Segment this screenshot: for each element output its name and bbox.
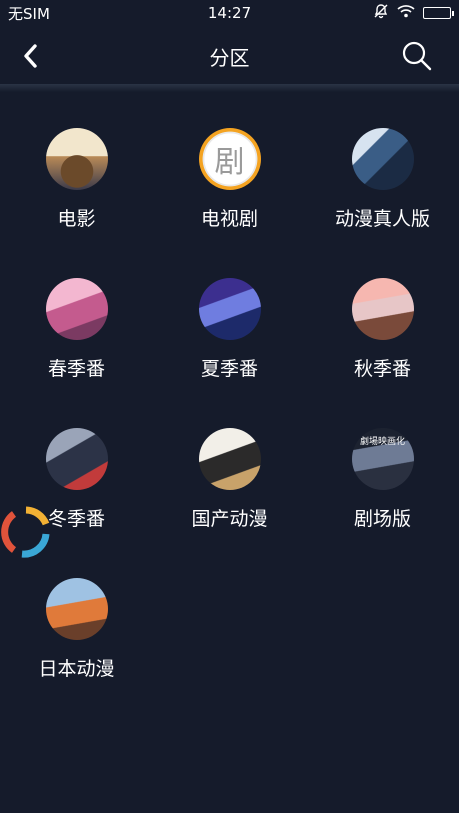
nav-divider	[0, 84, 459, 92]
category-thumbnail	[198, 428, 261, 490]
loading-spinner-icon	[0, 504, 52, 560]
category-thumbnail	[351, 128, 414, 190]
battery-icon	[423, 7, 454, 19]
status-bar: 无SIM 14:27	[0, 0, 459, 26]
category-item-autumn[interactable]: 秋季番	[306, 278, 459, 428]
carrier-text: 无SIM	[8, 4, 50, 23]
category-item-spring[interactable]: 春季番	[0, 278, 153, 428]
category-thumbnail	[45, 578, 108, 640]
category-item-movie[interactable]: 电影	[0, 128, 153, 278]
category-item-chinese-anime[interactable]: 国产动漫	[153, 428, 306, 578]
search-button[interactable]	[397, 36, 437, 76]
category-thumbnail	[45, 128, 108, 190]
category-thumbnail	[351, 278, 414, 340]
category-thumbnail	[45, 278, 108, 340]
chevron-left-icon	[24, 44, 37, 68]
category-label: 夏季番	[200, 358, 258, 380]
category-item-tv-series[interactable]: 剧 电视剧	[153, 128, 306, 278]
thumbnail-caption: 劇場映画化	[359, 437, 405, 447]
category-label: 电视剧	[200, 208, 258, 230]
category-label: 冬季番	[47, 508, 105, 530]
category-item-theatrical[interactable]: 劇場映画化 剧场版	[306, 428, 459, 578]
category-item-summer[interactable]: 夏季番	[153, 278, 306, 428]
mute-icon	[373, 3, 389, 23]
page-title: 分区	[209, 45, 250, 70]
category-label: 春季番	[47, 358, 105, 380]
nav-bar: 分区	[0, 28, 459, 84]
category-grid: 电影 剧 电视剧 动漫真人版 春季番 夏季番 秋季番 冬季番 国产动漫 劇場映画…	[0, 128, 459, 728]
category-thumbnail	[45, 428, 108, 490]
clock-text: 14:27	[207, 4, 252, 22]
wifi-icon	[397, 4, 415, 22]
category-label: 动漫真人版	[334, 208, 430, 230]
category-item-japanese-anime[interactable]: 日本动漫	[0, 578, 153, 728]
category-label: 剧场版	[353, 508, 411, 530]
category-label: 电影	[57, 208, 96, 230]
category-thumbnail: 剧	[198, 128, 261, 190]
status-icons	[373, 3, 454, 23]
category-label: 秋季番	[353, 358, 411, 380]
category-thumbnail	[198, 278, 261, 340]
category-label: 国产动漫	[191, 508, 268, 530]
search-icon	[402, 41, 432, 71]
category-label: 日本动漫	[38, 658, 115, 680]
category-thumbnail: 劇場映画化	[351, 428, 414, 490]
category-item-live-action[interactable]: 动漫真人版	[306, 128, 459, 278]
back-button[interactable]	[12, 38, 48, 74]
thumbnail-logo: 剧	[214, 145, 245, 180]
